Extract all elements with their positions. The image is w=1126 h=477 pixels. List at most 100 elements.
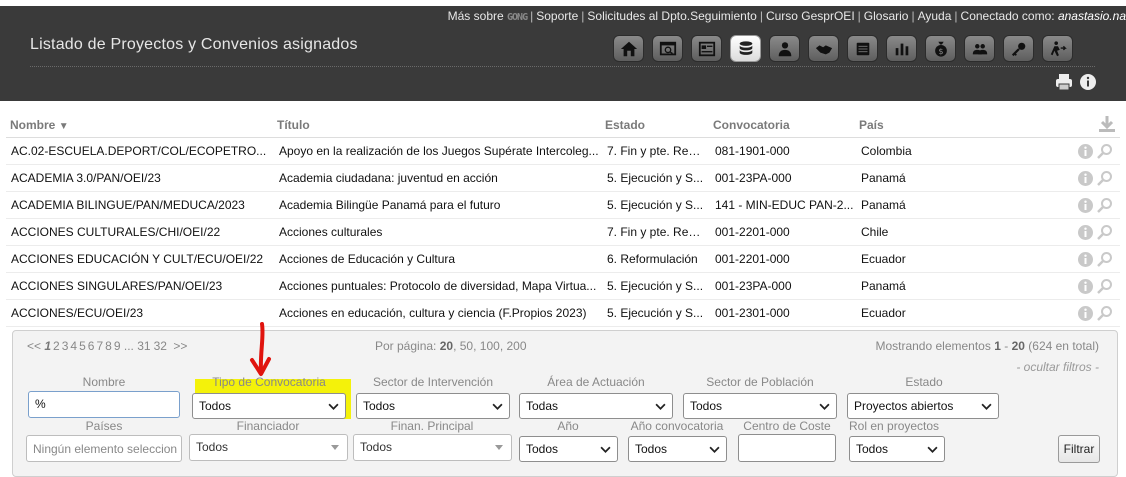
header-divider [30,66,1095,67]
info-icon[interactable] [1077,170,1094,187]
filter-label-finan-principal: Finan. Principal [390,419,474,433]
table-row[interactable]: AC.02-ESCUELA.DEPORT/COL/ECOPETRO... Apo… [6,138,1120,165]
printer-icon[interactable] [1055,73,1073,91]
per-page-option[interactable]: , 50 [453,339,473,353]
per-page-option[interactable]: , 100 [473,339,500,353]
anio-convocatoria-select[interactable]: Todos [628,436,727,462]
pagination-page-link[interactable]: 2 [53,339,60,353]
magnifier-icon[interactable] [1096,170,1113,187]
magnifier-icon[interactable] [1096,143,1113,160]
table-row[interactable]: ACCIONES CULTURALES/CHI/OEI/22 Acciones … [6,219,1120,246]
exit-icon[interactable] [1042,35,1073,62]
table-row[interactable]: ACCIONES/ECU/OEI/23 Acciones en educació… [6,300,1120,327]
key-icon[interactable] [1003,35,1034,62]
filter-label-area-actuacion: Área de Actuación [547,375,645,389]
soporte-link[interactable]: Soporte [536,9,578,23]
hide-filters-link[interactable]: - ocultar filtros - [1016,360,1099,374]
cell-nombre: ACCIONES/ECU/OEI/23 [11,306,144,320]
paises-multiselect[interactable]: Ningún elemento seleccion [26,435,182,462]
column-header-pais[interactable]: País [859,118,884,132]
info-icon[interactable] [1077,197,1094,214]
table-row[interactable]: ACADEMIA 3.0/PAN/OEI/23 Academia ciudada… [6,165,1120,192]
tipo-convocatoria-select[interactable]: Todos [192,393,346,419]
handshake-icon[interactable] [808,35,839,62]
page-title: Listado de Proyectos y Convenios asignad… [30,36,358,53]
magnifier-icon[interactable] [1096,197,1113,214]
pagination-page-link[interactable]: 3 [62,339,69,353]
group-icon[interactable] [964,35,995,62]
filter-label-financiador: Financiador [236,419,300,433]
per-page-option[interactable]: , 200 [500,339,527,353]
info-icon[interactable] [1077,251,1094,268]
pagination-prev[interactable]: << [27,339,41,353]
column-header-nombre[interactable]: Nombre ▼ [10,118,69,132]
pagination-page-link[interactable]: 4 [70,339,77,353]
sector-intervencion-select[interactable]: Todos [356,393,510,419]
cell-convocatoria: 001-23PA-000 [715,279,792,293]
pagination-page-link[interactable]: 31 [137,339,150,353]
pagination-page-link[interactable]: 7 [96,339,103,353]
info-icon[interactable] [1077,278,1094,295]
filter-label-estado: Estado [905,375,943,389]
financiador-select[interactable]: Todos [189,434,348,461]
main-toolbar: $ [613,35,1073,63]
info-icon[interactable] [1077,143,1094,160]
anio-select[interactable]: Todos [519,436,618,462]
pagination-last-pages: 31 32 [137,339,170,353]
cell-estado: 5. Ejecución y S... [607,198,704,212]
pagination-page-link[interactable]: 32 [154,339,167,353]
pagination-page-link[interactable]: 6 [88,339,95,353]
table-row[interactable]: ACCIONES EDUCACIÓN Y CULT/ECU/OEI/22 Acc… [6,246,1120,273]
cell-nombre: ACCIONES SINGULARES/PAN/OEI/23 [11,279,223,293]
cell-nombre: ACADEMIA 3.0/PAN/OEI/23 [11,171,161,185]
database-icon[interactable] [730,35,761,62]
svg-text:$: $ [938,45,943,55]
magnifier-icon[interactable] [1096,278,1113,295]
column-header-convocatoria[interactable]: Convocatoria [713,118,790,132]
top-links-bar: Más sobre GONG | Soporte | Solicitudes al Dp… [447,9,1126,23]
bar-chart-icon[interactable] [886,35,917,62]
curso-link[interactable]: Curso GesprOEI [766,9,855,23]
column-header-estado[interactable]: Estado [605,118,645,132]
search-window-icon[interactable] [652,35,683,62]
pagination-page-link[interactable]: 9 [114,339,121,353]
mas-sobre-link[interactable]: Más sobre GONG [448,9,528,23]
table-row[interactable]: ACADEMIA BILINGUE/PAN/MEDUCA/2023 Academ… [6,192,1120,219]
magnifier-icon[interactable] [1096,251,1113,268]
glosario-link[interactable]: Glosario [864,9,909,23]
sector-poblacion-select[interactable]: Todos [683,393,837,419]
magnifier-icon[interactable] [1096,305,1113,322]
pagination-next[interactable]: >> [173,339,187,353]
download-icon[interactable] [1098,115,1116,136]
magnifier-icon[interactable] [1096,224,1113,241]
info-icon[interactable] [1077,224,1094,241]
nombre-input[interactable]: % [28,391,180,418]
finan-principal-select[interactable]: Todos [353,434,512,461]
rol-proyectos-select[interactable]: Todos [849,436,945,462]
user-icon[interactable] [769,35,800,62]
table-row[interactable]: ACCIONES SINGULARES/PAN/OEI/23 Acciones … [6,273,1120,300]
estado-select[interactable]: Proyectos abiertos [847,393,999,419]
pagination-page-link[interactable]: 8 [105,339,112,353]
folder-icon[interactable] [847,35,878,62]
filter-label-centro-coste: Centro de Coste [743,419,831,433]
solicitudes-link[interactable]: Solicitudes al Dpto.Seguimiento [587,9,756,23]
cell-titulo: Acciones en educación, cultura y ciencia… [279,306,587,320]
home-icon[interactable] [613,35,644,62]
area-actuacion-select[interactable]: Todas [519,393,673,419]
pagination-page-link[interactable]: 5 [79,339,86,353]
dropdown-arrow-icon [331,445,339,450]
ayuda-link[interactable]: Ayuda [918,9,952,23]
cell-estado: 5. Ejecución y S... [607,306,704,320]
centro-coste-input[interactable] [738,434,836,462]
filtrar-button[interactable]: Filtrar [1058,435,1100,463]
row-actions [1077,305,1113,322]
cell-pais: Panamá [861,279,906,293]
per-page-selector: Por página: 20, 50, 100, 200 [375,339,527,353]
info-icon[interactable] [1077,305,1094,322]
filter-label-sector-poblacion: Sector de Población [706,375,814,389]
document-icon[interactable] [691,35,722,62]
info-icon[interactable] [1079,73,1097,91]
column-header-titulo[interactable]: Título [277,118,310,132]
money-bag-icon[interactable]: $ [925,35,956,62]
